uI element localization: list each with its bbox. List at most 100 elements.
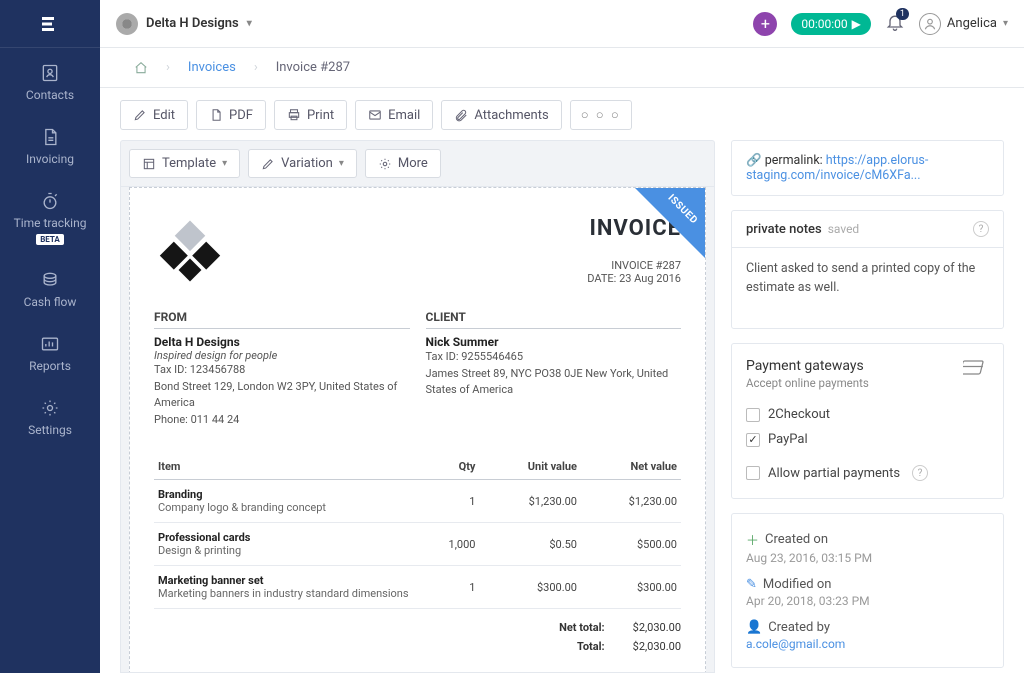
attachments-button[interactable]: Attachments [441, 100, 561, 130]
breadcrumb-invoices[interactable]: Invoices [188, 60, 236, 75]
help-icon[interactable]: ? [912, 465, 928, 481]
company-selector[interactable]: Delta H Designs [116, 13, 252, 35]
payment-gateways-panel: Payment gateways Accept online payments … [731, 343, 1004, 499]
gateways-title: Payment gateways [746, 358, 869, 374]
company-name: Delta H Designs [146, 16, 239, 31]
col-qty: Qty [418, 454, 480, 480]
table-row: BrandingCompany logo & branding concept1… [154, 480, 681, 523]
app-logo[interactable] [0, 0, 100, 48]
created-by-label: Created by [768, 620, 830, 635]
sidebar-label: Cash flow [24, 295, 77, 309]
gateways-subtitle: Accept online payments [746, 376, 869, 390]
net-total-value: $2,030.00 [633, 621, 681, 634]
help-icon[interactable]: ? [973, 221, 989, 237]
edit-button[interactable]: Edit [120, 100, 188, 130]
timer-button[interactable]: 00:00:00 ▶ [791, 13, 871, 35]
item-qty: 1 [418, 566, 480, 609]
sidebar-item-cashflow[interactable]: Cash flow [0, 255, 100, 319]
item-net: $1,230.00 [581, 480, 681, 523]
pencil-icon: ✎ [746, 577, 757, 592]
chart-icon [39, 333, 61, 355]
item-name: Branding [158, 488, 414, 501]
invoice-number: INVOICE #287 [587, 259, 681, 272]
checkbox-icon[interactable] [746, 408, 760, 422]
allow-partial-payments[interactable]: Allow partial payments ? [746, 460, 989, 486]
notes-body[interactable]: Client asked to send a printed copy of t… [732, 248, 1003, 328]
item-unit: $1,230.00 [479, 480, 581, 523]
checkbox-icon[interactable] [746, 466, 760, 480]
stopwatch-icon [39, 190, 61, 212]
sidebar-item-contacts[interactable]: Contacts [0, 48, 100, 112]
more-actions-button[interactable]: ○ ○ ○ [570, 100, 632, 130]
contacts-icon [39, 62, 61, 84]
notes-saved: saved [828, 222, 860, 236]
beta-badge: BETA [36, 234, 64, 245]
user-menu[interactable]: Angelica [919, 13, 1008, 35]
created-on-label: Created on [765, 532, 828, 547]
sidebar-label: Invoicing [26, 152, 74, 166]
coins-icon [39, 269, 61, 291]
item-unit: $0.50 [479, 523, 581, 566]
permalink-panel: 🔗 permalink: https://app.elorus-staging.… [731, 140, 1004, 196]
breadcrumb: › Invoices › Invoice #287 [100, 48, 1024, 88]
modified-on-label: Modified on [763, 577, 832, 592]
col-item: Item [154, 454, 418, 480]
table-row: Marketing banner setMarketing banners in… [154, 566, 681, 609]
invoicing-icon [39, 126, 61, 148]
sidebar-item-timetracking[interactable]: Time tracking BETA [0, 176, 100, 255]
sidebar-label: Settings [28, 423, 72, 437]
client-address: James Street 89, NYC PO38 0JE New York, … [426, 366, 682, 399]
person-icon: 👤 [746, 620, 762, 635]
from-tax: Tax ID: 123456788 [154, 362, 410, 379]
item-qty: 1,000 [418, 523, 480, 566]
sidebar-label: Time tracking [14, 216, 87, 230]
gateway-2checkout[interactable]: 2Checkout [746, 402, 989, 427]
col-net: Net value [581, 454, 681, 480]
created-by-value[interactable]: a.cole@gmail.com [746, 637, 845, 651]
timer-value: 00:00:00 [801, 17, 847, 31]
table-row: Professional cardsDesign & printing1,000… [154, 523, 681, 566]
pdf-button[interactable]: PDF [196, 100, 266, 130]
item-net: $500.00 [581, 523, 681, 566]
from-tagline: Inspired design for people [154, 349, 410, 362]
client-tax: Tax ID: 9255546465 [426, 349, 682, 366]
item-net: $300.00 [581, 566, 681, 609]
user-avatar-icon [919, 13, 941, 35]
notification-count: 1 [896, 8, 909, 20]
invoice-date: DATE: 23 Aug 2016 [587, 272, 681, 285]
plus-icon: ＋ [746, 530, 759, 549]
template-dropdown[interactable]: Template [129, 149, 240, 178]
client-label: CLIENT [426, 310, 682, 329]
total-value: $2,030.00 [633, 640, 681, 653]
invoice-document: ISSUED INVOICE [129, 187, 706, 673]
gateway-paypal[interactable]: PayPal [746, 427, 989, 452]
add-button[interactable]: + [753, 12, 777, 36]
doc-more-button[interactable]: More [365, 149, 441, 178]
email-button[interactable]: Email [355, 100, 433, 130]
notifications-button[interactable]: 1 [885, 12, 905, 36]
item-desc: Marketing banners in industry standard d… [158, 587, 414, 600]
item-desc: Company logo & branding concept [158, 501, 414, 514]
modified-on-value: Apr 20, 2018, 03:23 PM [746, 594, 989, 608]
item-name: Professional cards [158, 531, 414, 544]
from-label: FROM [154, 310, 410, 329]
print-button[interactable]: Print [274, 100, 347, 130]
item-unit: $300.00 [479, 566, 581, 609]
from-address: Bond Street 129, London W2 3PY, United S… [154, 379, 410, 412]
sidebar-item-invoicing[interactable]: Invoicing [0, 112, 100, 176]
ellipsis-icon: ○ ○ ○ [581, 107, 621, 123]
private-notes-panel: private notes saved ? Client asked to se… [731, 210, 1004, 329]
sidebar-item-settings[interactable]: Settings [0, 383, 100, 447]
link-icon: 🔗 [746, 153, 762, 168]
permalink-label: permalink: [765, 153, 823, 168]
variation-dropdown[interactable]: Variation [248, 149, 357, 178]
client-name: Nick Summer [426, 335, 682, 349]
breadcrumb-home[interactable] [120, 48, 162, 88]
gear-icon [39, 397, 61, 419]
company-avatar [116, 13, 138, 35]
sidebar-item-reports[interactable]: Reports [0, 319, 100, 383]
checkbox-icon[interactable] [746, 433, 760, 447]
total-label: Total: [559, 640, 605, 653]
sidebar-label: Contacts [26, 88, 74, 102]
from-phone: Phone: 011 44 24 [154, 412, 410, 429]
